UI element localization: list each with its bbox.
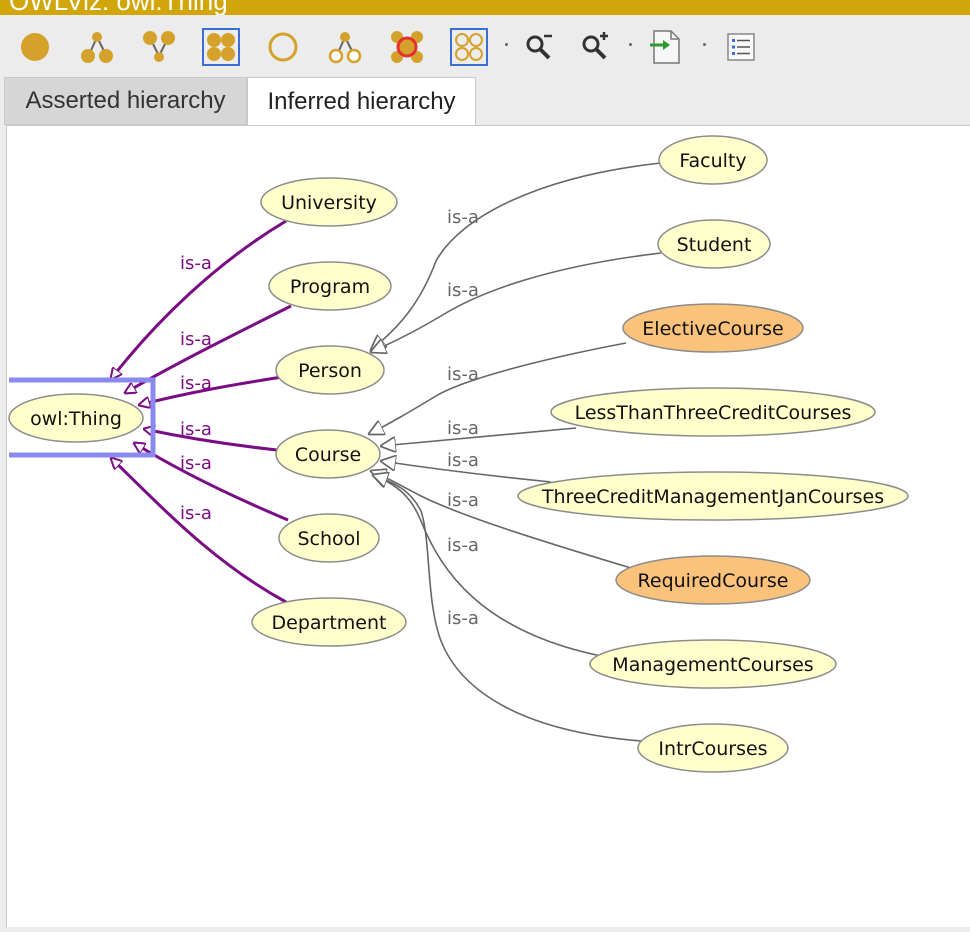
tab-label: Asserted hierarchy: [25, 87, 226, 114]
edge-label: is-a: [180, 329, 212, 350]
class-node-label: Department: [272, 612, 387, 634]
class-node-threecredit[interactable]: ThreeCreditManagementJanCourses: [517, 471, 909, 521]
class-node-required[interactable]: RequiredCourse: [615, 555, 811, 605]
window-titlebar: OWLViz: owl:Thing: [0, 0, 970, 15]
class-node-label: Course: [295, 444, 361, 466]
edge-label: is-a: [447, 364, 479, 385]
toolbar: [0, 15, 970, 77]
class-node-thing[interactable]: owl:Thing: [8, 393, 144, 443]
toolbar-separator: [629, 43, 632, 46]
class-hierarchy-graph: is-a is-a is-a is-a is-a is-a is-a is-a is-a is-a…: [8, 135, 909, 773]
hollow-circle-icon[interactable]: [264, 28, 302, 66]
tab-inferred-hierarchy[interactable]: Inferred hierarchy: [247, 77, 476, 126]
edge-label: is-a: [447, 280, 479, 301]
class-node-school[interactable]: School: [278, 513, 380, 563]
class-node-course[interactable]: Course: [275, 429, 381, 479]
edge-label: is-a: [447, 450, 479, 471]
edge-faculty-person: [371, 162, 662, 350]
class-node-label: University: [281, 192, 377, 214]
tab-label: Inferred hierarchy: [267, 87, 456, 115]
class-node-student[interactable]: Student: [657, 219, 771, 269]
class-node-label: ThreeCreditManagementJanCourses: [541, 486, 884, 508]
class-node-program[interactable]: Program: [268, 261, 392, 311]
graph-canvas[interactable]: is-a is-a is-a is-a is-a is-a is-a is-a is-a is-a…: [6, 125, 970, 927]
zoom-in-icon[interactable]: [576, 28, 614, 66]
class-node-elective[interactable]: ElectiveCourse: [622, 303, 804, 353]
class-node-label: Faculty: [679, 150, 746, 172]
edge-label: is-a: [447, 490, 479, 511]
zoom-out-icon[interactable]: [520, 28, 558, 66]
class-node-label: Person: [298, 360, 362, 382]
class-node-label: ManagementCourses: [612, 654, 813, 676]
edge-label: is-a: [447, 608, 479, 629]
class-node-label: RequiredCourse: [638, 570, 789, 592]
edge-label: is-a: [180, 453, 212, 474]
class-node-label: Student: [677, 234, 752, 256]
class-node-label: LessThanThreeCreditCourses: [575, 402, 852, 424]
class-node-label: owl:Thing: [30, 408, 122, 430]
class-node-department[interactable]: Department: [251, 597, 407, 647]
export-image-icon[interactable]: [646, 28, 684, 66]
show-all-classes-icon[interactable]: [202, 28, 240, 66]
window-title: OWLViz: owl:Thing: [9, 0, 228, 15]
edge-label: is-a: [180, 419, 212, 440]
hide-all-classes-icon[interactable]: [450, 28, 488, 66]
edge-label: is-a: [447, 418, 479, 439]
edge-label: is-a: [180, 253, 212, 274]
class-node-label: IntrCourses: [658, 738, 767, 760]
edge-label: is-a: [180, 503, 212, 524]
toolbar-separator: [505, 43, 508, 46]
filled-circle-icon[interactable]: [16, 28, 54, 66]
toolbar-separator: [703, 43, 706, 46]
class-node-label: School: [297, 528, 360, 550]
class-node-person[interactable]: Person: [275, 345, 385, 395]
hide-subclasses-icon[interactable]: [326, 28, 364, 66]
edge-label: is-a: [180, 373, 212, 394]
hide-class-icon[interactable]: [388, 28, 426, 66]
class-node-faculty[interactable]: Faculty: [658, 135, 768, 185]
class-node-label: ElectiveCourse: [642, 318, 783, 340]
show-superclasses-icon[interactable]: [140, 28, 178, 66]
class-node-intr[interactable]: IntrCourses: [637, 723, 789, 773]
edge-label: is-a: [447, 535, 479, 556]
edge-university-thing: [111, 219, 287, 379]
class-node-label: Program: [290, 276, 370, 298]
tab-asserted-hierarchy[interactable]: Asserted hierarchy: [4, 77, 247, 125]
edge-label: is-a: [447, 207, 479, 228]
show-subclasses-icon[interactable]: [78, 28, 116, 66]
class-node-university[interactable]: University: [260, 177, 398, 227]
class-node-lessthan[interactable]: LessThanThreeCreditCourses: [550, 387, 876, 437]
hierarchy-tabs: Asserted hierarchy Inferred hierarchy: [4, 77, 970, 126]
options-icon[interactable]: [722, 28, 760, 66]
class-node-management[interactable]: ManagementCourses: [589, 639, 837, 689]
